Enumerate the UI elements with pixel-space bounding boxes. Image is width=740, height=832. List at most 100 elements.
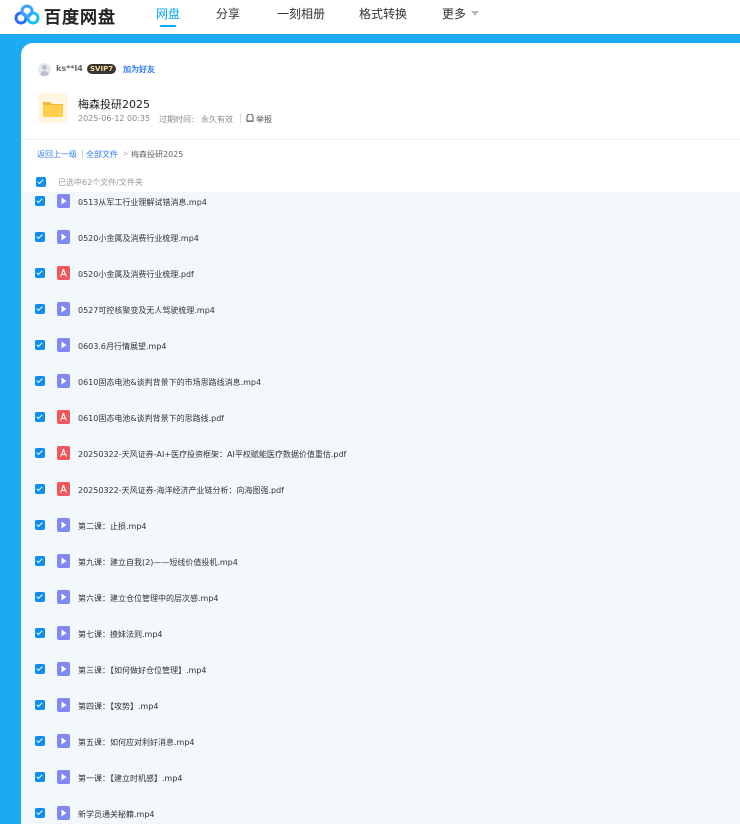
- file-checkbox[interactable]: [35, 520, 45, 530]
- video-file-icon: [57, 518, 70, 532]
- file-checkbox[interactable]: [35, 592, 45, 602]
- file-row[interactable]: 20250322-天风证券-海洋经济产业链分析：向海图强.pdf: [21, 472, 740, 508]
- video-file-icon: [57, 662, 70, 676]
- pdf-file-icon: [57, 446, 70, 460]
- file-row[interactable]: 0513从军工行业理解试错消息.mp4: [21, 184, 740, 220]
- file-name[interactable]: 第九课：建立自我(2)——短线价值投机.mp4: [78, 557, 238, 568]
- file-checkbox[interactable]: [35, 700, 45, 710]
- video-file-icon: [57, 338, 70, 352]
- video-file-icon: [57, 806, 70, 820]
- file-name[interactable]: 0513从军工行业理解试错消息.mp4: [78, 197, 207, 208]
- file-row[interactable]: 0520小金属及消费行业梳理.mp4: [21, 220, 740, 256]
- logo-text: 百度网盘: [44, 7, 116, 28]
- avatar[interactable]: [38, 63, 51, 76]
- file-checkbox[interactable]: [35, 664, 45, 674]
- file-row[interactable]: 新学员通关秘籍.mp4: [21, 796, 740, 832]
- file-checkbox[interactable]: [35, 628, 45, 638]
- file-checkbox[interactable]: [35, 556, 45, 566]
- file-checkbox[interactable]: [35, 268, 45, 278]
- file-row[interactable]: 第五课：如何应对利好消息.mp4: [21, 724, 740, 760]
- header-divider: [21, 139, 740, 140]
- file-checkbox[interactable]: [35, 412, 45, 422]
- video-file-icon: [57, 374, 70, 388]
- expire-value: 永久有效: [201, 115, 233, 124]
- nav-tab-more[interactable]: 更多: [442, 5, 466, 22]
- file-name[interactable]: 0610固态电池&谈判背景下的思路线.pdf: [78, 413, 224, 424]
- video-file-icon: [57, 230, 70, 244]
- video-file-icon: [57, 302, 70, 316]
- nav-tab-album[interactable]: 一刻相册: [277, 5, 325, 22]
- breadcrumb-separator: >: [122, 149, 129, 158]
- video-file-icon: [57, 590, 70, 604]
- nav-tab-convert[interactable]: 格式转换: [359, 5, 407, 22]
- share-date: 2025-06-12 00:35: [78, 114, 151, 123]
- file-name[interactable]: 第三课：【如何做好仓位管理】.mp4: [78, 665, 207, 676]
- breadcrumb-separator: |: [81, 149, 84, 158]
- file-checkbox[interactable]: [35, 736, 45, 746]
- report-icon[interactable]: [246, 114, 254, 122]
- file-row[interactable]: 第一课：【建立时机感】.mp4: [21, 760, 740, 796]
- breadcrumb-current: 梅森投研2025: [131, 150, 184, 159]
- meta-divider: [240, 114, 241, 123]
- file-checkbox[interactable]: [35, 808, 45, 818]
- breadcrumb-back[interactable]: 返回上一级: [37, 149, 77, 160]
- top-nav: 百度网盘 网盘 分享 一刻相册 格式转换 更多: [0, 0, 740, 34]
- video-file-icon: [57, 770, 70, 784]
- file-name[interactable]: 新学员通关秘籍.mp4: [78, 809, 155, 820]
- file-row[interactable]: 0610固态电池&谈判背景下的市场思路线消息.mp4: [21, 364, 740, 400]
- chevron-down-icon[interactable]: [471, 11, 479, 16]
- video-file-icon: [57, 554, 70, 568]
- nav-tab-share[interactable]: 分享: [216, 5, 240, 22]
- logo[interactable]: 百度网盘: [14, 2, 116, 28]
- file-name[interactable]: 第四课：【攻势】.mp4: [78, 701, 159, 712]
- expire-label: 过期时间:: [159, 115, 194, 124]
- file-row[interactable]: 第三课：【如何做好仓位管理】.mp4: [21, 652, 740, 688]
- file-row[interactable]: 第六课：建立仓位管理中的层次感.mp4: [21, 580, 740, 616]
- sharer-name[interactable]: ks**l4: [56, 64, 83, 73]
- file-checkbox[interactable]: [35, 232, 45, 242]
- file-checkbox[interactable]: [35, 304, 45, 314]
- file-checkbox[interactable]: [35, 772, 45, 782]
- video-file-icon: [57, 734, 70, 748]
- file-row[interactable]: 0520小金属及消费行业梳理.pdf: [21, 256, 740, 292]
- file-row[interactable]: 第四课：【攻势】.mp4: [21, 688, 740, 724]
- report-link[interactable]: 举报: [256, 114, 272, 125]
- video-file-icon: [57, 194, 70, 208]
- file-row[interactable]: 0603.6月行情展望.mp4: [21, 328, 740, 364]
- file-name[interactable]: 第七课：撩妹法则.mp4: [78, 629, 163, 640]
- file-row[interactable]: 第七课：撩妹法则.mp4: [21, 616, 740, 652]
- file-name[interactable]: 0603.6月行情展望.mp4: [78, 341, 167, 352]
- pdf-file-icon: [57, 410, 70, 424]
- add-friend-link[interactable]: 加为好友: [123, 64, 155, 75]
- folder-title: 梅森投研2025: [78, 98, 150, 111]
- file-checkbox[interactable]: [35, 484, 45, 494]
- video-file-icon: [57, 626, 70, 640]
- file-name[interactable]: 第一课：【建立时机感】.mp4: [78, 773, 183, 784]
- file-name[interactable]: 第二课：止损.mp4: [78, 521, 147, 532]
- svip-badge: SVIP7: [87, 64, 117, 74]
- file-checkbox[interactable]: [35, 448, 45, 458]
- file-name[interactable]: 20250322-天风证券-AI+医疗投资框架：AI平权赋能医疗数据价值重估.p…: [78, 449, 346, 460]
- file-row[interactable]: 0610固态电池&谈判背景下的思路线.pdf: [21, 400, 740, 436]
- nav-tab-netdisk[interactable]: 网盘: [156, 5, 180, 22]
- nav-active-indicator: [160, 25, 176, 27]
- file-name[interactable]: 第六课：建立仓位管理中的层次感.mp4: [78, 593, 219, 604]
- file-name[interactable]: 0520小金属及消费行业梳理.mp4: [78, 233, 199, 244]
- file-name[interactable]: 第五课：如何应对利好消息.mp4: [78, 737, 195, 748]
- file-row[interactable]: 0527可控核聚变及无人驾驶梳理.mp4: [21, 292, 740, 328]
- file-row[interactable]: 20250322-天风证券-AI+医疗投资框架：AI平权赋能医疗数据价值重估.p…: [21, 436, 740, 472]
- file-checkbox[interactable]: [35, 196, 45, 206]
- file-checkbox[interactable]: [35, 340, 45, 350]
- baidu-netdisk-logo-icon: [14, 4, 40, 25]
- video-file-icon: [57, 698, 70, 712]
- folder-icon: [38, 93, 68, 123]
- file-name[interactable]: 0610固态电池&谈判背景下的市场思路线消息.mp4: [78, 377, 261, 388]
- file-name[interactable]: 0527可控核聚变及无人驾驶梳理.mp4: [78, 305, 215, 316]
- file-checkbox[interactable]: [35, 376, 45, 386]
- pdf-file-icon: [57, 266, 70, 280]
- file-row[interactable]: 第九课：建立自我(2)——短线价值投机.mp4: [21, 544, 740, 580]
- file-name[interactable]: 0520小金属及消费行业梳理.pdf: [78, 269, 194, 280]
- file-row[interactable]: 第二课：止损.mp4: [21, 508, 740, 544]
- file-name[interactable]: 20250322-天风证券-海洋经济产业链分析：向海图强.pdf: [78, 485, 284, 496]
- breadcrumb-all-files[interactable]: 全部文件: [86, 149, 118, 160]
